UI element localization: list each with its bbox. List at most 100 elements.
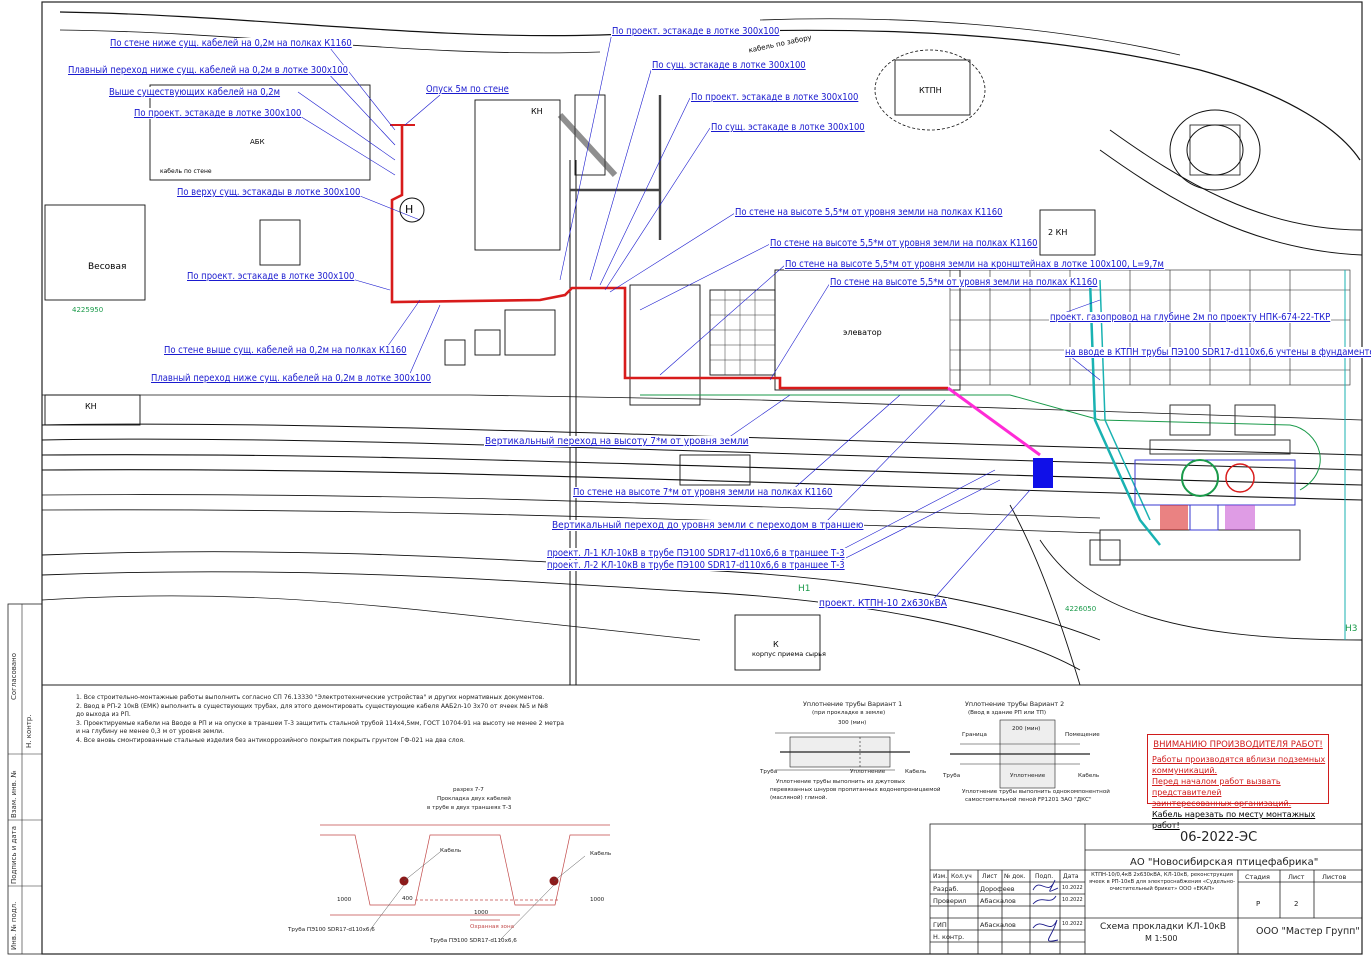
tb-name: Дорофеев <box>980 885 1015 893</box>
tb-stage-head: Стадия <box>1245 873 1270 881</box>
tb-head-kol: Кол.уч <box>951 873 972 880</box>
warning-line: Перед началом работ вызвать представител… <box>1152 777 1281 797</box>
tb-sheet-head: Лист <box>1288 873 1305 881</box>
tb-name: Абаскалов <box>980 921 1016 929</box>
section-pipe-2: Труба ПЭ100 SDR17-d110х6,6 <box>430 938 517 944</box>
note-line: и на глубину не менее 0,3 м от уровня зе… <box>76 728 225 736</box>
tb-head-doc: № док. <box>1004 873 1026 880</box>
label-vesovaya: Весовая <box>88 262 127 272</box>
callout-03: Выше существующих кабелей на 0,2м <box>108 87 282 98</box>
ktpn-block <box>1033 458 1053 488</box>
callout-04: По проект. эстакаде в лотке 300х100 <box>133 108 303 119</box>
building-vesovaya <box>44 204 146 301</box>
tb-name: Абаскалов <box>980 897 1016 905</box>
callout-25: проект. КТПН-10 2х630кВА <box>818 598 948 609</box>
tb-sheet: 2 <box>1294 900 1299 908</box>
warning-line: заинтересованных организаций. <box>1152 799 1292 808</box>
callout-15: По стене на высоте 5,5*м от уровня земли… <box>769 238 1039 249</box>
callout-13: По сущ. эстакаде в лотке 300х100 <box>710 122 866 133</box>
tb-role: ГИП <box>933 921 947 929</box>
label-kn-1: КН <box>85 402 97 411</box>
tb-date: 10.2022 <box>1062 885 1083 891</box>
callout-20: Вертикальный переход на высоту 7*м от ур… <box>484 436 750 447</box>
callout-17: По стене на высоте 5,5*м от уровня земли… <box>829 277 1099 288</box>
buildings <box>44 59 1301 671</box>
cable-cut-note: Кабель нарезать по месту монтажных работ… <box>1152 810 1316 830</box>
tb-stage: Р <box>1256 900 1261 908</box>
seal1-note: Уплотнение трубы выполнить из джутовых <box>776 779 906 785</box>
section-dim-a: 1000 <box>337 897 352 903</box>
callout-08: По стене выше сущ. кабелей на 0,2м на по… <box>163 345 408 356</box>
section-dim-b: 1000 <box>590 897 605 903</box>
label-n3: Н3 <box>1345 624 1358 634</box>
note-line: до выхода из РП. <box>76 711 131 719</box>
seal2-note: Уплотнение трубы выполнить однокомпонент… <box>962 789 1110 795</box>
callout-14: По стене на высоте 5,5*м от уровня земли… <box>734 207 1004 218</box>
coord-1: 4225950 <box>72 306 104 314</box>
callout-22: Вертикальный переход до уровня земли с п… <box>551 520 865 531</box>
callout-19: на вводе в КТПН трубы ПЭ100 SDR17-d110х6… <box>1064 347 1371 358</box>
label-ktpn-existing: КТПН <box>919 86 942 95</box>
callout-12: По проект. эстакаде в лотке 300х100 <box>690 92 860 103</box>
section-subtitle: Прокладка двух кабелей <box>437 796 511 802</box>
tb-sheets-head: Листов <box>1322 873 1347 881</box>
seal2-wall: Граница <box>962 732 987 738</box>
seal1-note: (масляной) глиной. <box>770 795 828 801</box>
section-subtitle-2: в трубе в двух траншеях Т-3 <box>427 805 512 811</box>
callout-11: По сущ. эстакаде в лотке 300х100 <box>651 60 807 71</box>
customer: АО "Новосибирская птицефабрика" <box>1130 857 1319 868</box>
seal1-seal: Уплотнение <box>850 769 886 775</box>
callout-24: проект. Л-2 КЛ-10кВ в трубе ПЭ100 SDR17-… <box>546 560 846 571</box>
side-sign-date: Подпись и дата <box>10 826 18 884</box>
side-n-contr: Н. контр. <box>25 714 33 748</box>
section-7-7 <box>320 824 610 921</box>
drawing-sheet: АБК Весовая КН КН КТПН элеватор корпус п… <box>0 0 1371 956</box>
label-korpus: корпус приема сырья <box>752 650 826 658</box>
tb-date: 10.2022 <box>1062 897 1083 903</box>
section-title: разрез 7-7 <box>453 787 484 793</box>
callout-23: проект. Л-1 КЛ-10кВ в трубе ПЭ100 SDR17-… <box>546 548 846 559</box>
label-n1: Н1 <box>798 584 811 594</box>
doc-code: 06-2022-ЭС <box>1180 830 1258 845</box>
coord-2: 4226050 <box>1065 605 1097 613</box>
seal2-cable: Кабель <box>1078 773 1100 779</box>
seal2-dim: 200 (мин) <box>1012 726 1041 732</box>
general-notes: 1. Все строительно-монтажные работы выпо… <box>76 694 564 746</box>
side-agreed: Согласовано <box>10 652 18 700</box>
drawing-name: Схема прокладки КЛ-10кВ <box>1100 922 1226 932</box>
label-k: К <box>773 640 779 649</box>
warning-title: ВНИМАНИЮ ПРОИЗВОДИТЕЛЯ РАБОТ! <box>1153 740 1323 750</box>
tb-head-sign: Подп. <box>1035 873 1054 880</box>
warning-box: ВНИМАНИЮ ПРОИЗВОДИТЕЛЯ РАБОТ! Работы про… <box>1147 734 1329 830</box>
section-zone: Охранная зона <box>470 924 515 930</box>
label-kn-2: КН <box>531 107 543 116</box>
building-kn-2 <box>474 99 561 251</box>
seal2-sub: (Ввод в здание РП или ТП) <box>968 710 1047 716</box>
seal1-dim: 300 (мин) <box>838 720 867 726</box>
tb-head-list: Лист <box>982 873 998 880</box>
seal1-title: Уплотнение трубы Вариант 1 <box>803 700 903 708</box>
signatures <box>1032 879 1059 942</box>
label-wall: кабель по стене <box>160 168 212 175</box>
seal2-note: самостоятельной пеной FP1201 ЗАО "ДКС" <box>965 797 1092 803</box>
callout-18: проект. газопровод на глубине 2м по прое… <box>1049 312 1332 323</box>
seal1-sub: (при прокладке в земле) <box>812 710 886 716</box>
drawing-scale: М 1:500 <box>1145 934 1178 943</box>
leader-lines <box>294 32 1101 604</box>
building-abk <box>149 84 371 181</box>
label-abk: АБК <box>250 138 265 146</box>
section-dim-total: 1000 <box>474 910 489 916</box>
callout-16: По стене на высоте 5,5*м от уровня земли… <box>784 259 1165 270</box>
seal2-room: Помещение <box>1065 732 1100 738</box>
callout-01: По стене ниже сущ. кабелей на 0,2м на по… <box>109 38 353 49</box>
label-2kn: 2 КН <box>1048 228 1068 237</box>
side-inv-zam: Взам. инв. № <box>10 770 18 818</box>
callout-21: По стене на высоте 7*м от уровня земли н… <box>572 487 834 498</box>
tb-head-date: Дата <box>1063 873 1079 880</box>
tb-date: 10.2022 <box>1062 921 1083 927</box>
tb-role: Разраб. <box>933 885 959 893</box>
tb-role: Н. контр. <box>933 933 965 941</box>
label-elevator: элеватор <box>843 328 882 337</box>
tb-role: Проверил <box>933 897 967 905</box>
section-dim-400: 400 <box>402 896 413 902</box>
